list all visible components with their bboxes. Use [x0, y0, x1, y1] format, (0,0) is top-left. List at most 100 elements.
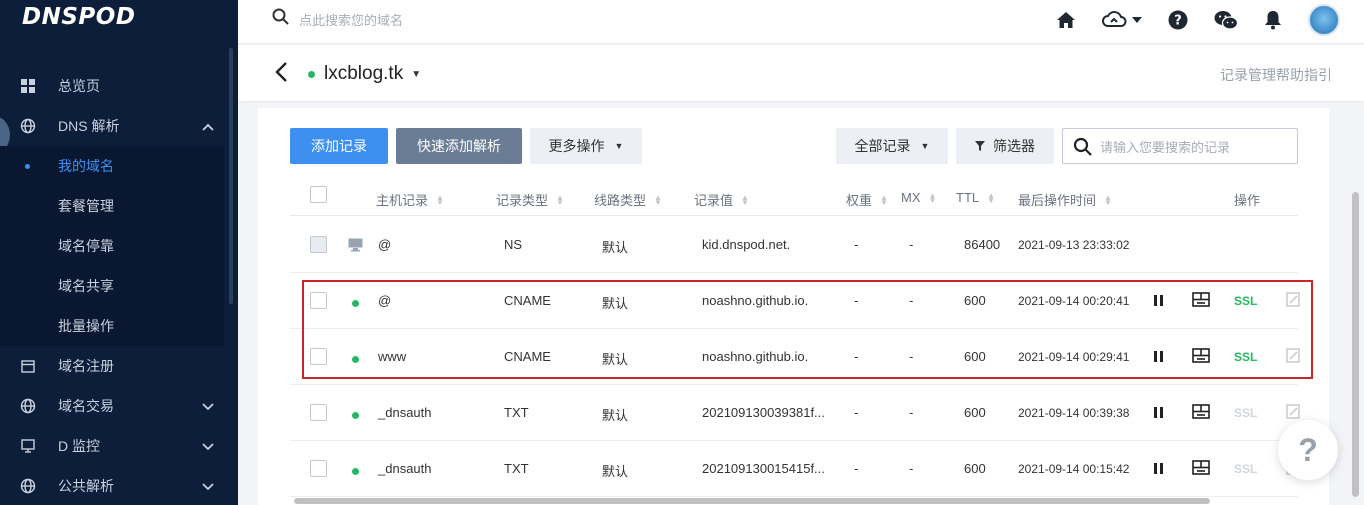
- sidebar-item-d-monitor[interactable]: D 监控: [0, 426, 224, 466]
- sidebar-item-label: 公共解析: [58, 478, 114, 494]
- sidebar-item-domain-trade[interactable]: 域名交易: [0, 386, 224, 426]
- all-records-dropdown[interactable]: 全部记录 ▼: [836, 128, 948, 164]
- sidebar-item-overview[interactable]: 总览页: [0, 66, 224, 106]
- remark-icon[interactable]: [1192, 460, 1210, 478]
- header-host[interactable]: 主机记录 ▲ ▼: [376, 190, 444, 209]
- mx-cell: -: [909, 405, 914, 420]
- table-row: _dnsauth TXT 默认 202109130039381f... - - …: [290, 385, 1300, 441]
- chevron-down-icon: [202, 398, 214, 414]
- domain-search-input[interactable]: 点此搜索您的域名: [272, 8, 403, 30]
- active-dot: [25, 164, 30, 169]
- search-icon: [272, 8, 289, 30]
- quick-add-label: 快速添加解析: [417, 138, 501, 154]
- cloud-icon[interactable]: [1102, 11, 1142, 29]
- header-mx[interactable]: MX ▲ ▼: [901, 190, 936, 205]
- domain-name: lxcblog.tk: [324, 63, 404, 84]
- sort-icon: ▲ ▼: [741, 192, 749, 207]
- domain-selector[interactable]: lxcblog.tk ▼: [308, 63, 421, 85]
- table-row: @ NS 默认 kid.dnspod.net. - - 86400 2021-0…: [290, 217, 1298, 273]
- select-all-checkbox[interactable]: [310, 186, 327, 203]
- sidebar-item-batch[interactable]: 批量操作: [0, 306, 224, 346]
- sidebar-item-label: DNS 解析: [58, 118, 120, 134]
- globe-icon: [20, 478, 36, 494]
- value-cell: 202109130015415f...: [702, 461, 825, 476]
- mx-cell: -: [909, 461, 914, 476]
- add-record-button[interactable]: 添加记录: [290, 128, 388, 164]
- row-checkbox[interactable]: [310, 460, 327, 477]
- chevron-down-icon: [202, 478, 214, 494]
- sidebar-item-label: 域名注册: [58, 358, 114, 374]
- type-cell: TXT: [504, 405, 529, 420]
- sidebar-scrollbar[interactable]: [229, 48, 233, 304]
- filter-button[interactable]: 筛选器: [956, 128, 1054, 164]
- sidebar-item-my-domains[interactable]: 我的域名: [0, 146, 224, 186]
- chevron-up-icon: [202, 118, 214, 134]
- bell-icon[interactable]: [1264, 10, 1282, 30]
- caret-down-icon: ▼: [614, 141, 624, 151]
- chevron-down-icon: [202, 438, 214, 454]
- header-line[interactable]: 线路类型 ▲ ▼: [594, 190, 662, 209]
- type-cell: TXT: [504, 461, 529, 476]
- header-weight[interactable]: 权重 ▲ ▼: [846, 190, 888, 209]
- search-placeholder: 点此搜索您的域名: [299, 12, 404, 28]
- help-icon[interactable]: ?: [1168, 10, 1188, 30]
- quick-add-button[interactable]: 快速添加解析: [396, 128, 522, 164]
- header-type[interactable]: 记录类型 ▲ ▼: [496, 190, 564, 209]
- table-row: _dnsauth TXT 默认 202109130015415f... - - …: [290, 441, 1300, 497]
- host-cell: @: [378, 237, 392, 252]
- ttl-cell: 600: [964, 461, 986, 476]
- sidebar-item-domain-register[interactable]: 域名注册: [0, 346, 224, 386]
- sidebar-item-sharing[interactable]: 域名共享: [0, 266, 224, 306]
- user-avatar[interactable]: [1308, 4, 1340, 36]
- monitor-icon: [20, 438, 36, 454]
- sort-icon: ▲ ▼: [654, 192, 662, 207]
- header-ttl[interactable]: TTL ▲ ▼: [956, 190, 995, 205]
- wechat-icon[interactable]: [1214, 10, 1238, 30]
- pause-icon[interactable]: [1154, 406, 1163, 421]
- sidebar-item-label: 我的域名: [58, 158, 114, 174]
- search-placeholder: 请输入您要搜索的记录: [1100, 139, 1231, 155]
- back-arrow-icon[interactable]: [274, 61, 288, 88]
- add-record-label: 添加记录: [311, 138, 367, 154]
- edit-icon[interactable]: [1286, 404, 1300, 422]
- logo[interactable]: DNSPOD: [22, 4, 135, 30]
- sidebar-item-label: 套餐管理: [58, 198, 114, 214]
- globe-icon: [20, 398, 36, 414]
- row-checkbox[interactable]: [310, 404, 327, 421]
- filter-icon: [975, 141, 985, 151]
- calendar-icon: [20, 358, 36, 374]
- sidebar-item-plans[interactable]: 套餐管理: [0, 186, 224, 226]
- sidebar-item-label: 域名停靠: [58, 238, 114, 254]
- table-horizontal-scrollbar[interactable]: [294, 498, 1210, 504]
- svg-text:?: ?: [1174, 14, 1182, 29]
- value-cell: 202109130039381f...: [702, 405, 825, 420]
- header-value[interactable]: 记录值 ▲ ▼: [694, 190, 749, 209]
- more-actions-button[interactable]: 更多操作 ▼: [530, 128, 642, 164]
- ttl-cell: 600: [964, 405, 986, 420]
- help-guide-link[interactable]: 记录管理帮助指引: [1220, 65, 1332, 85]
- top-bar: 点此搜索您的域名 ?: [238, 0, 1364, 44]
- table-header: 主机记录 ▲ ▼ 记录类型 ▲ ▼ 线路类型 ▲ ▼ 记录值 ▲ ▼ 权重 ▲ ▼ MX ▲ ▼ TTL…: [290, 176, 1298, 216]
- weight-cell: -: [854, 405, 859, 420]
- floating-help-button[interactable]: ?: [1278, 420, 1338, 480]
- all-records-label: 全部记录: [854, 138, 911, 154]
- line-cell: 默认: [602, 240, 629, 255]
- pause-icon[interactable]: [1154, 462, 1163, 477]
- sidebar-item-parking[interactable]: 域名停靠: [0, 226, 224, 266]
- sidebar-item-dns[interactable]: DNS 解析: [0, 106, 224, 146]
- page-scrollbar[interactable]: [1352, 192, 1359, 497]
- sidebar-item-public-dns[interactable]: 公共解析: [0, 466, 224, 505]
- type-cell: NS: [504, 237, 523, 252]
- sidebar-submenu: 我的域名 套餐管理 域名停靠 域名共享 批量操作: [0, 146, 224, 346]
- sidebar-item-label: 批量操作: [58, 318, 114, 334]
- remark-icon[interactable]: [1192, 404, 1210, 422]
- line-cell: 默认: [602, 464, 629, 479]
- line-cell: 默认: [602, 408, 629, 423]
- home-icon[interactable]: [1056, 11, 1076, 29]
- grid-icon: [20, 78, 36, 94]
- record-search-input[interactable]: 请输入您要搜索的记录: [1062, 128, 1298, 164]
- header-updated[interactable]: 最后操作时间 ▲ ▼: [1018, 190, 1112, 209]
- weight-cell: -: [854, 461, 859, 476]
- value-cell: kid.dnspod.net.: [702, 237, 791, 252]
- sidebar-item-label: 域名共享: [58, 278, 114, 294]
